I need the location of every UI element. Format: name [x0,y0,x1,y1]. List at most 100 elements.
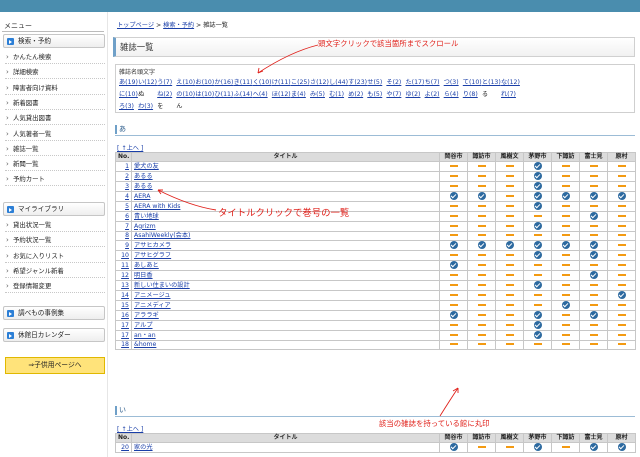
index-link[interactable]: ま(4) [291,89,306,98]
sidebar-item[interactable]: 雑誌一覧 [5,142,105,156]
index-link[interactable]: ろ(3) [119,101,134,110]
index-link[interactable]: と(13) [482,77,501,86]
row-number-link[interactable]: 9 [125,242,129,249]
magazine-title-link[interactable]: あるる [134,183,153,190]
index-link[interactable]: や(7) [386,89,401,98]
index-link[interactable]: せ(5) [367,77,382,86]
index-link[interactable]: つ(3) [444,77,459,86]
index-link[interactable]: か(16) [215,77,234,86]
row-number-link[interactable]: 8 [125,232,129,239]
row-number-link[interactable]: 1 [125,163,129,170]
sidebar-item[interactable]: 新着図書 [5,96,105,110]
index-link[interactable]: た(17) [406,77,425,86]
index-link[interactable]: よ(2) [425,89,440,98]
index-link[interactable]: き(11) [234,77,253,86]
row-number-link[interactable]: 11 [121,262,129,269]
index-link[interactable]: り(8) [463,89,478,98]
kids-page-link[interactable]: ⇒子供用ページへ [5,357,105,374]
index-link[interactable]: ほ(12) [272,89,291,98]
sidebar-item[interactable]: 予約状況一覧 [5,233,105,248]
index-link[interactable]: け(11) [272,77,291,86]
magazine-title-link[interactable]: &home [134,341,156,348]
index-link[interactable]: こ(25) [291,77,310,86]
magazine-title-link[interactable]: Agrizm [134,223,156,230]
sidebar-section-2[interactable]: 調べもの事例集 [3,306,105,320]
row-number-link[interactable]: 5 [125,203,129,210]
sidebar-item[interactable]: 希望ジャンル新着 [5,264,105,278]
magazine-title-link[interactable]: AERA [134,193,150,200]
magazine-title-link[interactable]: AERA with Kids [134,203,180,210]
sidebar-section-0[interactable]: 検索・予約 [3,34,105,48]
index-link[interactable]: く(10) [253,77,272,86]
index-link[interactable]: う(7) [157,77,172,86]
row-number-link[interactable]: 14 [121,292,129,299]
sidebar-item[interactable]: 人気著者一覧 [5,127,105,141]
index-link[interactable]: な(12) [501,77,520,86]
row-number-link[interactable]: 18 [121,341,129,348]
index-link[interactable]: ね(2) [157,89,172,98]
index-link[interactable]: さ(12) [310,77,329,86]
magazine-title-link[interactable]: アサヒグラフ [134,252,171,259]
breadcrumb-home[interactable]: トップページ [117,22,154,29]
sidebar-item[interactable]: 新聞一覧 [5,157,105,172]
magazine-title-link[interactable]: an・an [134,332,156,339]
row-number-link[interactable]: 15 [121,302,129,309]
index-link[interactable]: へ(4) [253,89,268,98]
row-number-link[interactable]: 2 [125,173,129,180]
sidebar-item[interactable]: お気に入りリスト [5,249,105,263]
row-number-link[interactable]: 13 [121,282,129,289]
index-link[interactable]: え(10) [176,77,195,86]
magazine-title-link[interactable]: あるる [134,173,153,180]
index-link[interactable]: み(5) [310,89,325,98]
row-number-link[interactable]: 17 [121,332,129,339]
index-link[interactable]: そ(2) [386,77,401,86]
row-number-link[interactable]: 12 [121,272,129,279]
index-link[interactable]: ふ(14) [234,89,253,98]
magazine-title-link[interactable]: アニメディア [134,302,171,309]
sidebar-item[interactable]: 詳細検索 [5,65,105,80]
index-link[interactable]: す(23) [348,77,367,86]
index-link[interactable]: し(44) [329,77,348,86]
index-link[interactable]: ゆ(2) [406,89,421,98]
index-link[interactable]: わ(3) [138,101,153,110]
sidebar-item[interactable]: 人気貸出図書 [5,111,105,126]
index-link[interactable]: の(10) [176,89,195,98]
magazine-title-link[interactable]: AsahiWeekly(会本) [134,232,190,239]
row-number-link[interactable]: 10 [121,252,129,259]
index-link[interactable]: ひ(11) [215,89,234,98]
magazine-title-link[interactable]: 愛犬の友 [134,163,159,170]
sidebar-item[interactable]: かんたん検索 [5,50,105,64]
index-link[interactable]: お(10) [195,77,214,86]
sidebar-item[interactable]: 貸出状況一覧 [5,218,105,232]
magazine-title-link[interactable]: 新しい住まいの設計 [134,282,190,289]
index-link[interactable]: ち(7) [425,77,440,86]
breadcrumb-search[interactable]: 検索・予約 [163,22,194,29]
row-number-link[interactable]: 6 [125,213,129,220]
magazine-title-link[interactable]: アルプ [134,322,153,329]
index-link[interactable]: て(10) [463,77,482,86]
magazine-title-link[interactable]: 青い地球 [134,213,159,220]
index-link[interactable]: れ(7) [501,89,516,98]
row-number-link[interactable]: 17 [121,322,129,329]
sidebar-item[interactable]: 登録情報変更 [5,279,105,294]
magazine-title-link[interactable]: アサヒカメラ [134,242,171,249]
sidebar-section-1[interactable]: マイライブラリ [3,202,105,216]
index-link[interactable]: め(2) [348,89,363,98]
to-top-link[interactable]: [ ↑上へ ] [117,424,143,433]
index-link[interactable]: あ(19) [119,77,138,86]
row-number-link[interactable]: 3 [125,183,129,190]
sidebar-section-3[interactable]: 休館日カレンダー [3,328,105,342]
index-link[interactable]: は(10) [195,89,214,98]
magazine-title-link[interactable]: アニメージュ [134,292,170,299]
magazine-title-link[interactable]: アララギ [134,312,159,319]
index-link[interactable]: も(5) [367,89,382,98]
sidebar-item[interactable]: 障害者向け資料 [5,81,105,95]
magazine-title-link[interactable]: 明日香 [134,272,153,279]
row-number-link[interactable]: 20 [121,444,129,451]
magazine-title-link[interactable]: 家の光 [134,444,153,451]
row-number-link[interactable]: 7 [125,223,129,230]
index-link[interactable]: む(1) [329,89,344,98]
to-top-link[interactable]: [ ↑上へ ] [117,143,143,152]
index-link[interactable]: い(12) [138,77,157,86]
sidebar-item[interactable]: 予約カート [5,172,105,187]
